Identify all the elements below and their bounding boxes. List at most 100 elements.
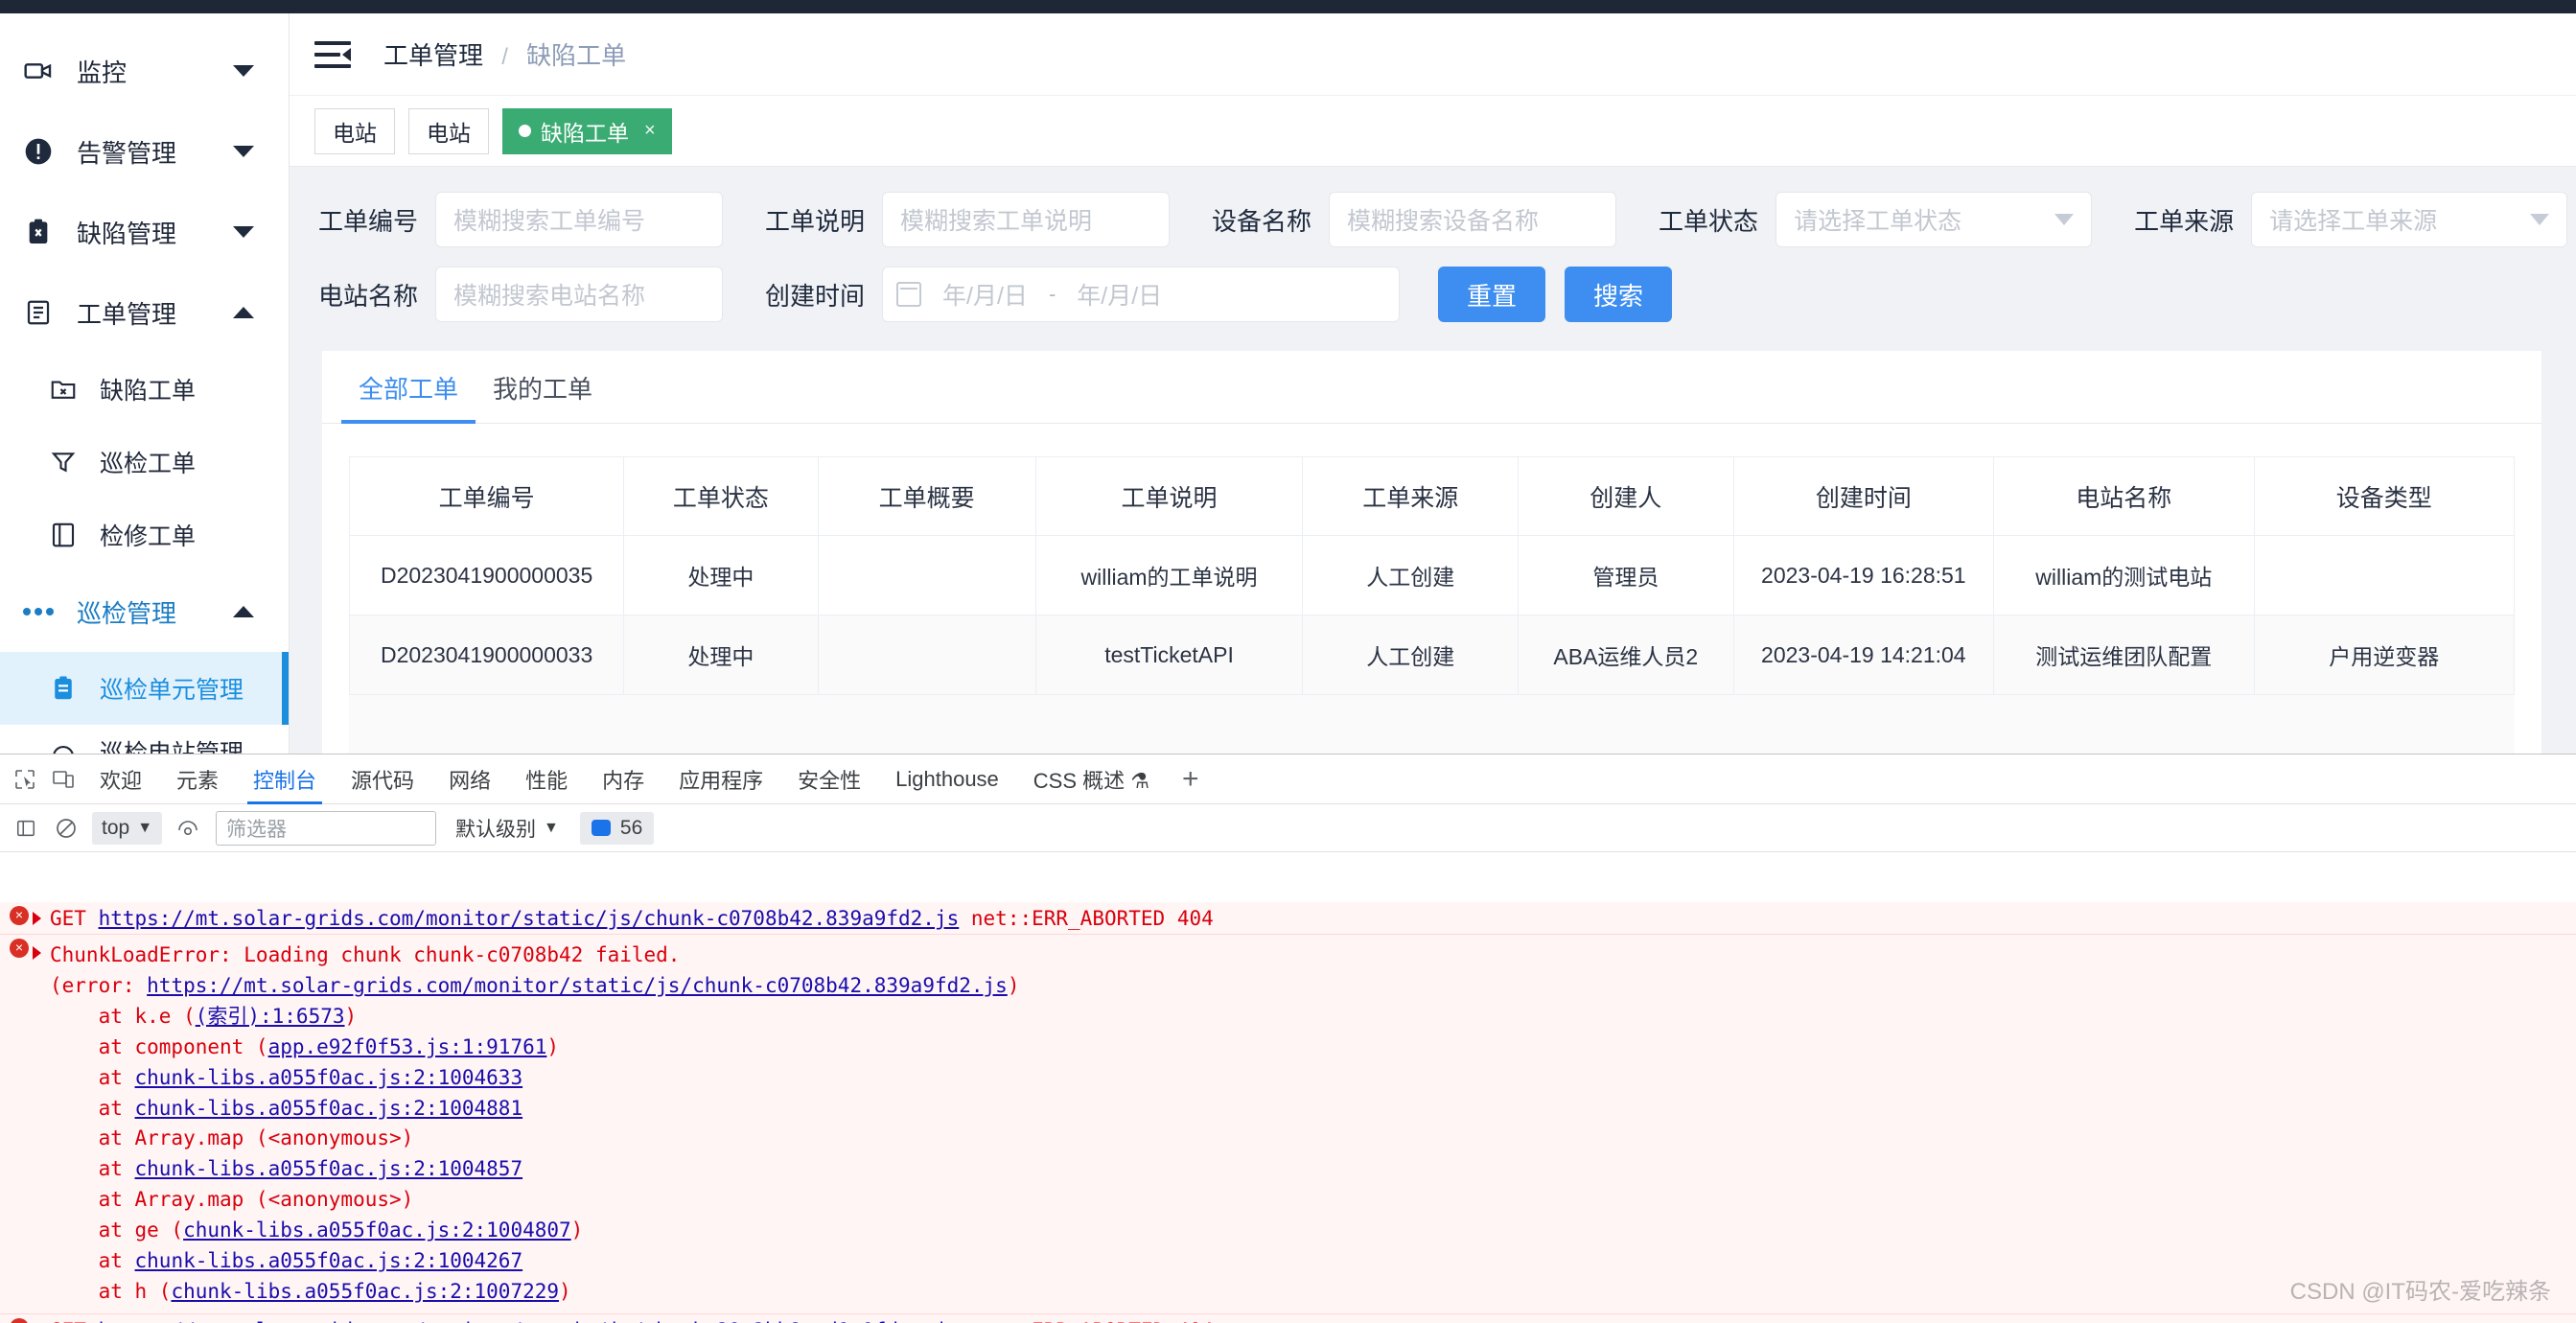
ticket-no-input[interactable]: 模糊搜索工单编号 xyxy=(435,192,724,247)
page-tab-station-1[interactable]: 电站 xyxy=(314,107,395,154)
page-tab-defect-ticket[interactable]: 缺陷工单 × xyxy=(502,107,672,154)
execution-context-selector[interactable]: top ▼ xyxy=(92,811,163,845)
station-name-input[interactable]: 模糊搜索电站名称 xyxy=(435,267,724,322)
console-link[interactable]: chunk-libs.a055f0ac.js:2:1007229 xyxy=(171,1280,559,1303)
tab-all-tickets[interactable]: 全部工单 xyxy=(341,370,476,424)
devtools-tab-elements[interactable]: 元素 xyxy=(159,754,236,804)
clipboard-x-icon xyxy=(17,211,59,253)
search-button[interactable]: 搜索 xyxy=(1565,267,1673,322)
sidebar-item-inspection-unit-mgmt[interactable]: 巡检单元管理 xyxy=(0,652,289,725)
sidebar-item-inspection-ticket[interactable]: 巡检工单 xyxy=(0,426,289,499)
ticket-status-select[interactable]: 请选择工单状态 xyxy=(1775,192,2093,247)
cell-ticket-desc: testTicketAPI xyxy=(1034,615,1304,695)
console-link[interactable]: chunk-libs.a055f0ac.js:2:1004633 xyxy=(135,1066,523,1089)
console-line: GET https://mt.solar-grids.com/monitor/s… xyxy=(0,1314,2576,1323)
inspect-element-icon[interactable] xyxy=(6,760,44,799)
console-link[interactable]: chunk-libs.a055f0ac.js:2:1004807 xyxy=(183,1219,571,1242)
devtools-tab-security[interactable]: 安全性 xyxy=(780,754,878,804)
device-toolbar-icon[interactable] xyxy=(44,760,82,799)
device-name-input[interactable]: 模糊搜索设备名称 xyxy=(1329,192,1617,247)
date-end-value[interactable]: 年/月/日 xyxy=(1077,277,1162,312)
console-frame: at Array.map (<anonymous>) xyxy=(50,1126,414,1150)
filter-ticket-status: 工单状态 请选择工单状态 xyxy=(1659,192,2093,247)
devtools-tab-lighthouse[interactable]: Lighthouse xyxy=(878,754,1016,804)
sidebar-item-inspection-station-mgmt[interactable]: 巡检电站管理 xyxy=(0,725,289,754)
issues-bubble-icon xyxy=(591,820,611,836)
sidebar-item-label: 巡检电站管理 xyxy=(100,740,244,754)
reset-button[interactable]: 重置 xyxy=(1438,267,1546,322)
console-entry-network-error[interactable]: × GET https://mt.solar-grids.com/monitor… xyxy=(0,902,2576,935)
filter-label: 工单状态 xyxy=(1659,206,1759,236)
console-level-value: 默认级别 xyxy=(455,818,537,841)
console-entry-js-error[interactable]: × ChunkLoadError: Loading chunk chunk-c0… xyxy=(0,935,2576,1314)
sidebar-item-monitor[interactable]: 监控 xyxy=(0,31,289,111)
issues-count: 56 xyxy=(619,816,643,839)
live-expression-icon[interactable] xyxy=(168,808,208,848)
console-link[interactable]: chunk-libs.a055f0ac.js:2:1004881 xyxy=(135,1097,523,1120)
sidebar-item-maintenance-ticket[interactable]: 检修工单 xyxy=(0,499,289,571)
cell-created-time: 2023-04-19 16:28:51 xyxy=(1732,535,1995,615)
funnel-icon xyxy=(44,443,82,481)
tab-my-tickets[interactable]: 我的工单 xyxy=(476,370,610,423)
devtools-tab-performance[interactable]: 性能 xyxy=(508,754,585,804)
sidebar-item-ticket-mgmt[interactable]: 工单管理 xyxy=(0,272,289,353)
ticket-source-select[interactable]: 请选择工单来源 xyxy=(2251,192,2568,247)
console-line: at k.e ((索引):1:6573) xyxy=(50,1004,358,1028)
devtools-tab-application[interactable]: 应用程序 xyxy=(661,754,780,804)
sidebar-item-defect-mgmt[interactable]: 缺陷管理 xyxy=(0,192,289,272)
cell-creator: 管理员 xyxy=(1518,535,1734,615)
devtools-tab-network[interactable]: 网络 xyxy=(431,754,508,804)
devtools-tab-sources[interactable]: 源代码 xyxy=(334,754,431,804)
console-link[interactable]: (索引):1:6573 xyxy=(196,1005,345,1028)
chevron-up-icon xyxy=(233,307,254,318)
cell-ticket-status: 处理中 xyxy=(623,615,819,695)
console-text-status-1: net::ERR_ABORTED 404 xyxy=(959,907,1214,930)
table-row[interactable]: D2023041900000035 处理中 william的工单说明 人工创建 … xyxy=(348,535,2515,615)
console-sidebar-icon[interactable] xyxy=(6,808,46,848)
window-top-strip xyxy=(0,0,2576,13)
console-level-selector[interactable]: 默认级别 ▼ xyxy=(455,814,559,843)
hamburger-collapse-icon[interactable] xyxy=(314,40,351,69)
cell-ticket-summary xyxy=(817,615,1036,695)
cell-station-name: 测试运维团队配置 xyxy=(1993,615,2255,695)
sidebar-item-label: 巡检单元管理 xyxy=(100,677,244,704)
active-dot-icon xyxy=(519,125,531,137)
sidebar-item-defect-ticket[interactable]: 缺陷工单 xyxy=(0,353,289,426)
created-time-range-picker[interactable]: 年/月/日 - 年/月/日 xyxy=(882,267,1401,322)
add-panel-icon[interactable]: + xyxy=(1167,763,1215,796)
close-icon[interactable]: × xyxy=(644,120,656,142)
console-link-2[interactable]: https://mt.solar-grids.com/monitor/stati… xyxy=(99,1319,960,1323)
devtools-tab-welcome[interactable]: 欢迎 xyxy=(82,754,159,804)
clear-console-icon[interactable] xyxy=(46,808,86,848)
sidebar-item-label: 告警管理 xyxy=(77,138,177,168)
sidebar-item-alarm[interactable]: 告警管理 xyxy=(0,111,289,192)
devtools-tab-memory[interactable]: 内存 xyxy=(585,754,661,804)
console-link[interactable]: app.e92f0f53.js:1:91761 xyxy=(268,1035,547,1058)
console-line: at h (chunk-libs.a055f0ac.js:2:1007229) xyxy=(50,1279,571,1303)
filter-label: 电站名称 xyxy=(318,281,419,311)
cell-ticket-no: D2023041900000035 xyxy=(348,535,625,615)
table-footer xyxy=(349,695,2515,754)
ticket-desc-input[interactable]: 模糊搜索工单说明 xyxy=(882,192,1171,247)
console-link[interactable]: chunk-libs.a055f0ac.js:2:1004857 xyxy=(135,1157,523,1180)
devtools-tab-console[interactable]: 控制台 xyxy=(236,754,334,804)
page-tab-station-2[interactable]: 电站 xyxy=(408,107,489,154)
console-filter-input[interactable]: 筛选器 xyxy=(216,810,437,846)
col-ticket-summary: 工单概要 xyxy=(817,456,1036,536)
expand-arrow-icon[interactable] xyxy=(33,946,41,960)
table-header-row: 工单编号 工单状态 工单概要 工单说明 工单来源 创建人 创建时间 电站名称 设… xyxy=(348,456,2515,536)
devtools-tab-css-overview[interactable]: CSS 概述 ⚗ xyxy=(1016,754,1167,804)
console-entry-network-error[interactable]: × GET https://mt.solar-grids.com/monitor… xyxy=(0,1314,2576,1323)
console-line: at ge (chunk-libs.a055f0ac.js:2:1004807) xyxy=(50,1219,584,1242)
main-content: 工单管理 / 缺陷工单 电站 电站 缺陷工单 × 工单编号 模糊搜索工单编号 工… xyxy=(290,13,2576,754)
console-output[interactable]: × GET https://mt.solar-grids.com/monitor… xyxy=(0,902,2576,1323)
expand-arrow-icon[interactable] xyxy=(33,912,41,925)
console-link[interactable]: chunk-libs.a055f0ac.js:2:1004267 xyxy=(135,1249,523,1272)
console-link-1[interactable]: https://mt.solar-grids.com/monitor/stati… xyxy=(99,907,960,930)
issues-count-badge[interactable]: 56 xyxy=(579,811,655,845)
breadcrumb-parent[interactable]: 工单管理 xyxy=(383,41,483,70)
console-link[interactable]: https://mt.solar-grids.com/monitor/stati… xyxy=(147,974,1008,997)
date-start-value[interactable]: 年/月/日 xyxy=(942,277,1028,312)
table-row[interactable]: D2023041900000033 处理中 testTicketAPI 人工创建… xyxy=(348,615,2515,695)
sidebar-item-inspection-mgmt[interactable]: 巡检管理 xyxy=(0,571,289,652)
